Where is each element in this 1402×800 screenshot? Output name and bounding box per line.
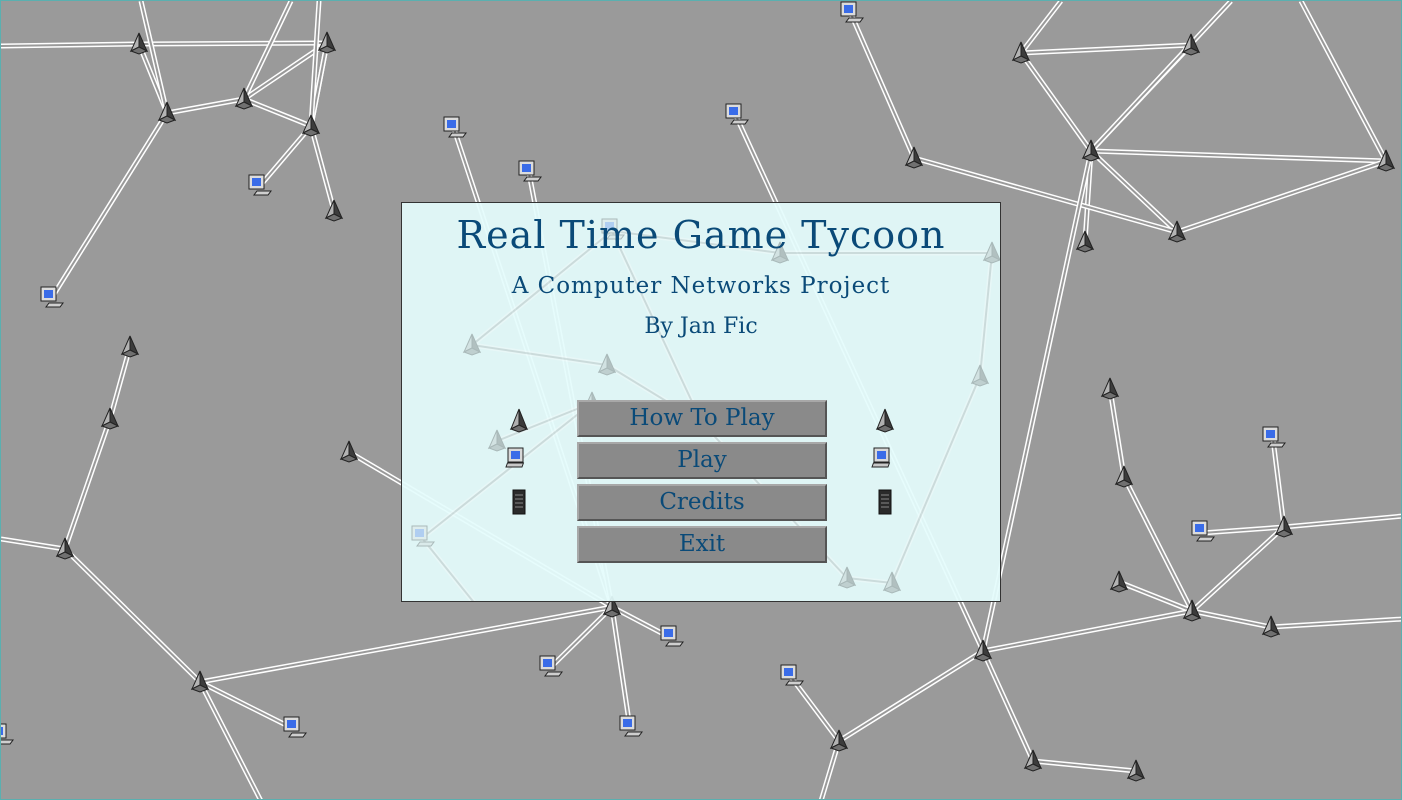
network-link-gap	[1020, 44, 1192, 54]
network-link-gap	[471, 344, 608, 366]
network-link-gap	[891, 375, 981, 584]
computer-icon	[725, 103, 749, 125]
network-link-gap	[838, 650, 984, 742]
exit-button[interactable]: Exit	[577, 526, 827, 563]
main-menu-panel: Real Time Game Tycoon A Computer Network…	[401, 202, 1001, 602]
network-link-gap	[1176, 160, 1387, 233]
network-link-gap	[199, 606, 613, 683]
network-link-gap	[1090, 1, 1232, 152]
network-link-gap	[1272, 438, 1285, 528]
computer-icon	[505, 447, 525, 468]
network-link-gap	[109, 346, 131, 420]
computer-icon	[40, 286, 64, 308]
router-icon	[324, 199, 344, 222]
computer-icon	[660, 625, 684, 647]
network-link-gap	[310, 125, 335, 212]
network-link-gap	[258, 125, 312, 188]
server-icon	[512, 489, 526, 515]
network-link-gap	[64, 418, 111, 550]
computer-icon	[443, 116, 467, 138]
credits-button[interactable]: Credits	[577, 484, 827, 521]
network-link-gap	[1020, 52, 1092, 152]
network-link-gap	[1300, 1, 1387, 162]
network-link-gap	[138, 42, 328, 45]
computer-icon	[840, 1, 864, 23]
network-link-gap	[1090, 150, 1387, 162]
network-link-gap	[1123, 476, 1193, 612]
how-to-play-button[interactable]: How To Play	[577, 400, 827, 437]
game-subtitle: A Computer Networks Project	[511, 273, 891, 299]
game-title: Real Time Game Tycoon	[456, 213, 946, 257]
server-icon	[878, 489, 892, 515]
computer-icon	[619, 715, 643, 737]
network-link-gap	[790, 676, 840, 742]
router-icon	[1075, 230, 1095, 253]
router-icon	[339, 440, 359, 463]
author-credit: By Jan Fic	[644, 314, 758, 339]
router-icon	[1109, 570, 1129, 593]
computer-icon	[871, 447, 891, 468]
router-icon	[1100, 377, 1120, 400]
game-stage: Real Time Game Tycoon A Computer Network…	[0, 0, 1402, 800]
network-link	[420, 536, 476, 601]
network-link-gap	[1, 538, 66, 550]
router-icon	[1114, 465, 1134, 488]
play-button[interactable]: Play	[577, 442, 827, 479]
network-link-gap	[1191, 610, 1272, 628]
network-link-gap	[166, 98, 245, 114]
computer-icon	[283, 716, 307, 738]
network-link-gap	[64, 548, 201, 683]
network-link-gap	[982, 610, 1193, 652]
router-icon	[120, 335, 140, 358]
network-link-gap	[611, 606, 631, 729]
router-icon	[100, 407, 120, 430]
computer-icon	[1262, 426, 1286, 448]
network-link-gap	[50, 112, 168, 300]
network-link-gap	[850, 13, 915, 159]
computer-icon	[1, 723, 14, 745]
network-link-gap	[1270, 618, 1401, 628]
network-link-gap	[1032, 760, 1137, 772]
network-link-gap	[243, 98, 312, 127]
computer-icon	[780, 664, 804, 686]
network-link-gap	[982, 650, 1034, 762]
router-icon	[875, 408, 895, 433]
network-link-gap	[1283, 515, 1401, 528]
router-icon	[509, 408, 529, 433]
network-link-gap	[1020, 1, 1062, 54]
router-icon	[970, 364, 990, 387]
network-link-gap	[1109, 388, 1125, 478]
computer-icon	[518, 160, 542, 182]
